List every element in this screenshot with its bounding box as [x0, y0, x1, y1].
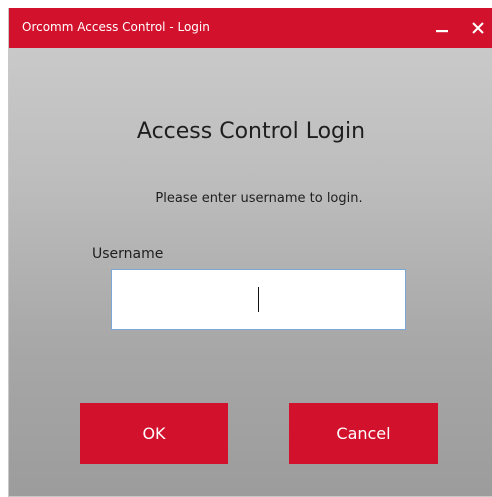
close-icon	[472, 22, 484, 34]
login-instruction: Please enter username to login.	[155, 191, 363, 206]
ok-button-label: OK	[142, 424, 166, 443]
page-title: Access Control Login	[136, 119, 366, 144]
title-bar[interactable]: Orcomm Access Control - Login	[9, 8, 492, 48]
username-label: Username	[92, 246, 164, 262]
cancel-button[interactable]: Cancel	[289, 403, 438, 464]
close-button[interactable]	[458, 8, 492, 48]
login-window: Orcomm Access Control - Login Access Con…	[8, 8, 492, 497]
minimize-icon	[436, 30, 448, 33]
minimize-button[interactable]	[422, 8, 462, 48]
window-title: Orcomm Access Control - Login	[22, 20, 210, 34]
ok-button[interactable]: OK	[80, 403, 228, 464]
text-caret	[258, 287, 259, 312]
cancel-button-label: Cancel	[336, 424, 391, 443]
